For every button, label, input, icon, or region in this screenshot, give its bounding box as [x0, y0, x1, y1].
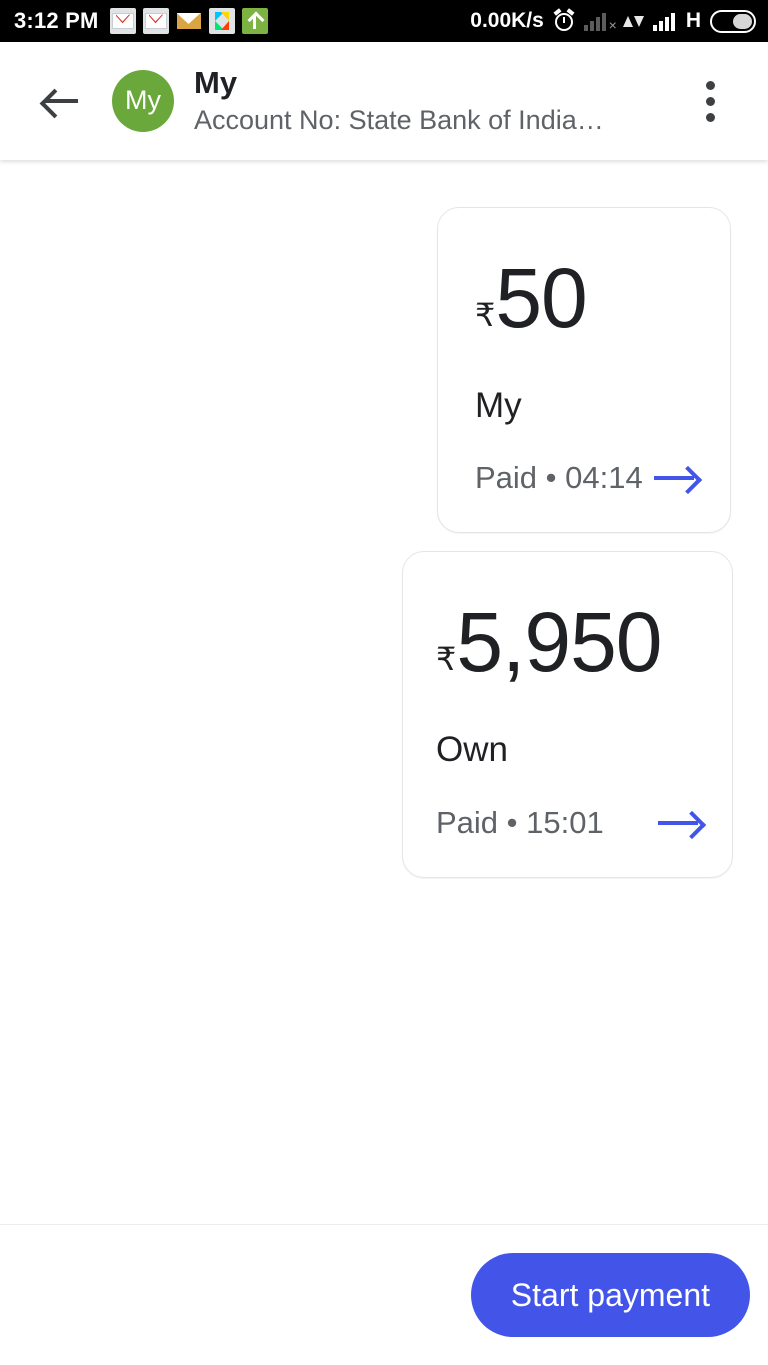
page-subtitle: Account No: State Bank of India…	[194, 104, 604, 135]
chat-content: ₹ 50 My Paid • 04:14 ₹ 5,950 Own Paid • …	[0, 160, 768, 1224]
back-button[interactable]	[28, 69, 92, 133]
status-bar: 3:12 PM 0.00K/s × H	[0, 0, 768, 42]
status-notification-icons	[109, 8, 268, 34]
currency-symbol: ₹	[436, 640, 457, 677]
app-bar: My My Account No: State Bank of India…	[0, 42, 768, 160]
amount-value: 5,950	[456, 595, 662, 689]
app-bar-title-block[interactable]: My Account No: State Bank of India…	[194, 64, 604, 136]
data-transfer-icon	[622, 15, 644, 27]
status-clock: 3:12 PM	[14, 8, 99, 33]
status-badge: Paid • 15:01	[436, 805, 604, 840]
payee-name: Own	[436, 730, 508, 769]
more-vert-icon[interactable]	[682, 69, 738, 133]
upload-icon	[241, 8, 268, 34]
signal-bars-icon	[652, 11, 675, 31]
page-title: My	[194, 64, 238, 100]
payment-footer: Paid • 15:01	[436, 805, 732, 841]
status-badge: Paid • 04:14	[475, 460, 643, 495]
bottom-action-bar: Start payment	[0, 1224, 768, 1365]
start-payment-button[interactable]: Start payment	[470, 1253, 750, 1337]
payment-bubble[interactable]: ₹ 50 My Paid • 04:14	[437, 207, 731, 533]
play-store-icon	[208, 8, 235, 34]
payment-amount: ₹ 50	[475, 256, 730, 340]
signal-no-service-icon: ×	[583, 11, 617, 32]
avatar-initials: My	[125, 84, 161, 115]
gmail-icon	[142, 8, 169, 34]
arrow-forward-icon[interactable]	[658, 810, 704, 836]
gmail-icon	[109, 8, 136, 34]
alarm-icon	[553, 8, 575, 32]
battery-icon	[710, 9, 756, 33]
mail-icon	[175, 8, 202, 34]
amount-value: 50	[495, 251, 587, 345]
status-system-icons: 0.00K/s × H	[470, 8, 756, 33]
payee-name: My	[475, 386, 522, 425]
payment-bubble[interactable]: ₹ 5,950 Own Paid • 15:01	[402, 551, 733, 878]
network-type-label: H	[685, 9, 701, 32]
arrow-forward-icon[interactable]	[654, 465, 700, 491]
avatar[interactable]: My	[112, 70, 174, 132]
network-speed-label: 0.00K/s	[470, 9, 544, 32]
payment-amount: ₹ 5,950	[436, 600, 732, 684]
back-arrow-icon	[41, 86, 79, 116]
payment-footer: Paid • 04:14	[475, 460, 730, 496]
currency-symbol: ₹	[475, 296, 496, 333]
